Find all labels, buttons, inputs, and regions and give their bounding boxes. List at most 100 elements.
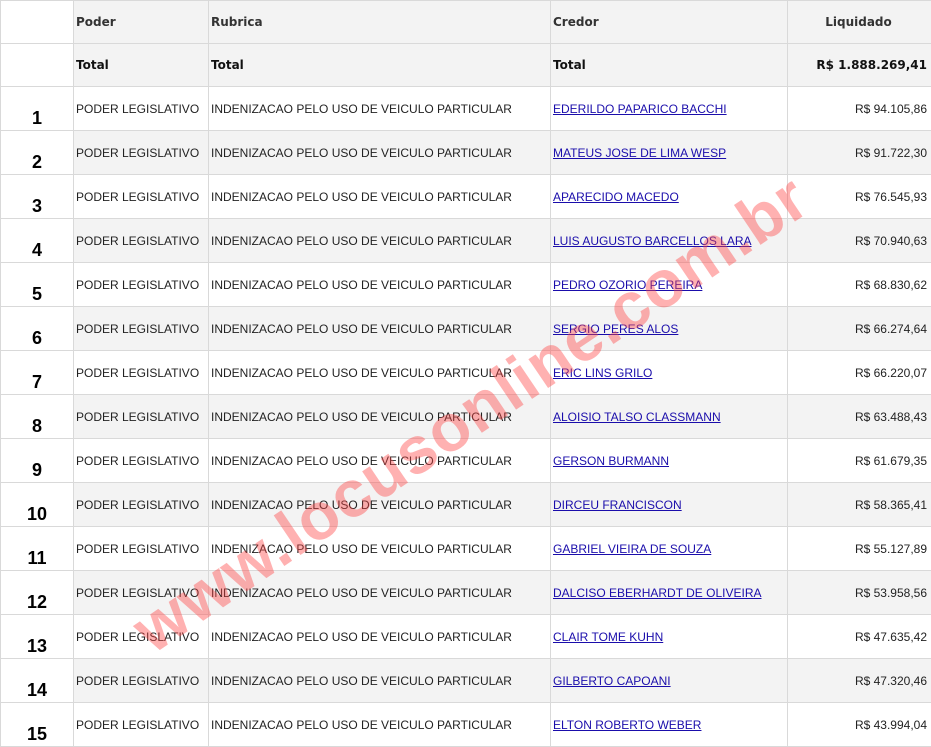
row-index: 15 bbox=[1, 703, 74, 747]
table-row: 12PODER LEGISLATIVOINDENIZACAO PELO USO … bbox=[1, 571, 931, 615]
table-row: 10PODER LEGISLATIVOINDENIZACAO PELO USO … bbox=[1, 483, 931, 527]
credor-cell: DIRCEU FRANCISCON bbox=[551, 483, 788, 527]
poder-cell: PODER LEGISLATIVO bbox=[74, 131, 209, 175]
row-index: 8 bbox=[1, 395, 74, 439]
credor-link[interactable]: DALCISO EBERHARDT DE OLIVEIRA bbox=[553, 586, 762, 600]
poder-cell: PODER LEGISLATIVO bbox=[74, 571, 209, 615]
column-header-rubrica[interactable]: Rubrica bbox=[209, 1, 551, 44]
rubrica-cell: INDENIZACAO PELO USO DE VEICULO PARTICUL… bbox=[209, 351, 551, 395]
credor-link[interactable]: APARECIDO MACEDO bbox=[553, 190, 679, 204]
row-index: 9 bbox=[1, 439, 74, 483]
table-row: 6PODER LEGISLATIVOINDENIZACAO PELO USO D… bbox=[1, 307, 931, 351]
liquidado-cell: R$ 76.545,93 bbox=[788, 175, 931, 219]
poder-cell: PODER LEGISLATIVO bbox=[74, 395, 209, 439]
credor-link[interactable]: ALOISIO TALSO CLASSMANN bbox=[553, 410, 721, 424]
rubrica-cell: INDENIZACAO PELO USO DE VEICULO PARTICUL… bbox=[209, 219, 551, 263]
poder-cell: PODER LEGISLATIVO bbox=[74, 219, 209, 263]
table-row: 3PODER LEGISLATIVOINDENIZACAO PELO USO D… bbox=[1, 175, 931, 219]
rubrica-cell: INDENIZACAO PELO USO DE VEICULO PARTICUL… bbox=[209, 615, 551, 659]
poder-cell: PODER LEGISLATIVO bbox=[74, 527, 209, 571]
credor-link[interactable]: GABRIEL VIEIRA DE SOUZA bbox=[553, 542, 711, 556]
poder-cell: PODER LEGISLATIVO bbox=[74, 659, 209, 703]
credor-link[interactable]: ERIC LINS GRILO bbox=[553, 366, 652, 380]
liquidado-cell: R$ 61.679,35 bbox=[788, 439, 931, 483]
column-header-liquidado[interactable]: Liquidado bbox=[788, 1, 931, 44]
poder-cell: PODER LEGISLATIVO bbox=[74, 307, 209, 351]
rubrica-cell: INDENIZACAO PELO USO DE VEICULO PARTICUL… bbox=[209, 131, 551, 175]
credor-link[interactable]: CLAIR TOME KUHN bbox=[553, 630, 663, 644]
credor-link[interactable]: GERSON BURMANN bbox=[553, 454, 669, 468]
row-index: 2 bbox=[1, 131, 74, 175]
row-index: 1 bbox=[1, 87, 74, 131]
poder-cell: PODER LEGISLATIVO bbox=[74, 87, 209, 131]
liquidado-cell: R$ 53.958,56 bbox=[788, 571, 931, 615]
table-row: 4PODER LEGISLATIVOINDENIZACAO PELO USO D… bbox=[1, 219, 931, 263]
total-row: Total Total Total R$ 1.888.269,41 bbox=[1, 44, 931, 87]
table-row: 9PODER LEGISLATIVOINDENIZACAO PELO USO D… bbox=[1, 439, 931, 483]
credor-cell: DALCISO EBERHARDT DE OLIVEIRA bbox=[551, 571, 788, 615]
liquidado-cell: R$ 47.320,46 bbox=[788, 659, 931, 703]
table-row: 14PODER LEGISLATIVOINDENIZACAO PELO USO … bbox=[1, 659, 931, 703]
credor-cell: PEDRO OZORIO PEREIRA bbox=[551, 263, 788, 307]
column-header-credor[interactable]: Credor bbox=[551, 1, 788, 44]
rubrica-cell: INDENIZACAO PELO USO DE VEICULO PARTICUL… bbox=[209, 175, 551, 219]
row-index: 6 bbox=[1, 307, 74, 351]
credor-link[interactable]: EDERILDO PAPARICO BACCHI bbox=[553, 102, 727, 116]
credor-link[interactable]: DIRCEU FRANCISCON bbox=[553, 498, 682, 512]
liquidado-cell: R$ 55.127,89 bbox=[788, 527, 931, 571]
liquidado-cell: R$ 47.635,42 bbox=[788, 615, 931, 659]
table-row: 11PODER LEGISLATIVOINDENIZACAO PELO USO … bbox=[1, 527, 931, 571]
column-header-poder[interactable]: Poder bbox=[74, 1, 209, 44]
rubrica-cell: INDENIZACAO PELO USO DE VEICULO PARTICUL… bbox=[209, 659, 551, 703]
credor-cell: GILBERTO CAPOANI bbox=[551, 659, 788, 703]
header-row: Poder Rubrica Credor Liquidado bbox=[1, 1, 931, 44]
credor-cell: APARECIDO MACEDO bbox=[551, 175, 788, 219]
credor-cell: SERGIO PERES ALOS bbox=[551, 307, 788, 351]
total-rubrica: Total bbox=[209, 44, 551, 87]
credor-link[interactable]: SERGIO PERES ALOS bbox=[553, 322, 678, 336]
row-index: 7 bbox=[1, 351, 74, 395]
liquidado-cell: R$ 68.830,62 bbox=[788, 263, 931, 307]
credor-link[interactable]: PEDRO OZORIO PEREIRA bbox=[553, 278, 702, 292]
rubrica-cell: INDENIZACAO PELO USO DE VEICULO PARTICUL… bbox=[209, 395, 551, 439]
rubrica-cell: INDENIZACAO PELO USO DE VEICULO PARTICUL… bbox=[209, 87, 551, 131]
credor-cell: GERSON BURMANN bbox=[551, 439, 788, 483]
credor-link[interactable]: GILBERTO CAPOANI bbox=[553, 674, 671, 688]
total-credor: Total bbox=[551, 44, 788, 87]
table-row: 8PODER LEGISLATIVOINDENIZACAO PELO USO D… bbox=[1, 395, 931, 439]
rubrica-cell: INDENIZACAO PELO USO DE VEICULO PARTICUL… bbox=[209, 571, 551, 615]
credor-cell: ERIC LINS GRILO bbox=[551, 351, 788, 395]
liquidado-cell: R$ 70.940,63 bbox=[788, 219, 931, 263]
credor-cell: ALOISIO TALSO CLASSMANN bbox=[551, 395, 788, 439]
credor-cell: CLAIR TOME KUHN bbox=[551, 615, 788, 659]
liquidado-cell: R$ 58.365,41 bbox=[788, 483, 931, 527]
credor-link[interactable]: ELTON ROBERTO WEBER bbox=[553, 718, 701, 732]
rubrica-cell: INDENIZACAO PELO USO DE VEICULO PARTICUL… bbox=[209, 483, 551, 527]
row-index: 4 bbox=[1, 219, 74, 263]
poder-cell: PODER LEGISLATIVO bbox=[74, 615, 209, 659]
table-row: 15PODER LEGISLATIVOINDENIZACAO PELO USO … bbox=[1, 703, 931, 747]
total-row-index bbox=[1, 44, 74, 87]
row-index: 3 bbox=[1, 175, 74, 219]
total-poder: Total bbox=[74, 44, 209, 87]
row-index: 12 bbox=[1, 571, 74, 615]
credor-link[interactable]: LUIS AUGUSTO BARCELLOS LARA bbox=[553, 234, 752, 248]
row-index: 5 bbox=[1, 263, 74, 307]
liquidado-cell: R$ 43.994,04 bbox=[788, 703, 931, 747]
liquidado-cell: R$ 66.220,07 bbox=[788, 351, 931, 395]
credor-link[interactable]: MATEUS JOSE DE LIMA WESP bbox=[553, 146, 726, 160]
poder-cell: PODER LEGISLATIVO bbox=[74, 703, 209, 747]
rubrica-cell: INDENIZACAO PELO USO DE VEICULO PARTICUL… bbox=[209, 307, 551, 351]
table-row: 5PODER LEGISLATIVOINDENIZACAO PELO USO D… bbox=[1, 263, 931, 307]
rubrica-cell: INDENIZACAO PELO USO DE VEICULO PARTICUL… bbox=[209, 439, 551, 483]
liquidado-cell: R$ 91.722,30 bbox=[788, 131, 931, 175]
credor-cell: MATEUS JOSE DE LIMA WESP bbox=[551, 131, 788, 175]
rubrica-cell: INDENIZACAO PELO USO DE VEICULO PARTICUL… bbox=[209, 263, 551, 307]
table-row: 2PODER LEGISLATIVOINDENIZACAO PELO USO D… bbox=[1, 131, 931, 175]
credor-cell: LUIS AUGUSTO BARCELLOS LARA bbox=[551, 219, 788, 263]
poder-cell: PODER LEGISLATIVO bbox=[74, 351, 209, 395]
liquidado-cell: R$ 94.105,86 bbox=[788, 87, 931, 131]
row-index: 10 bbox=[1, 483, 74, 527]
poder-cell: PODER LEGISLATIVO bbox=[74, 483, 209, 527]
table-row: 7PODER LEGISLATIVOINDENIZACAO PELO USO D… bbox=[1, 351, 931, 395]
